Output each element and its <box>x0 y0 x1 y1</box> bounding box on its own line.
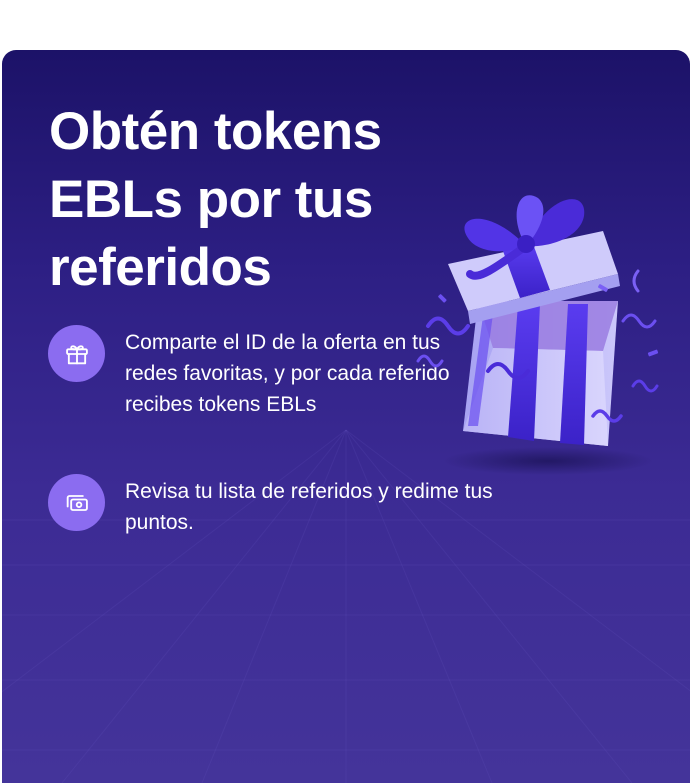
title-line-1: Obtén tokens <box>49 102 382 161</box>
feature-share-offer-text: Comparte el ID de la oferta en tus redes… <box>125 331 450 416</box>
title-line-2: EBLs por tus <box>49 170 373 229</box>
gift-icon <box>48 325 105 382</box>
feature-redeem-points-text: Revisa tu lista de referidos y redime tu… <box>125 480 493 534</box>
page-title: Obtén tokens EBLs por tus referidos <box>49 98 449 302</box>
money-cards-icon <box>48 474 105 531</box>
referral-promo-card: Obtén tokens EBLs por tus referidos Comp… <box>2 50 690 783</box>
title-line-3: referidos <box>49 238 272 297</box>
feature-share-offer: Comparte el ID de la oferta en tus redes… <box>48 325 455 420</box>
open-gift-box-icon <box>416 195 659 475</box>
feature-redeem-points: Revisa tu lista de referidos y redime tu… <box>48 474 515 538</box>
